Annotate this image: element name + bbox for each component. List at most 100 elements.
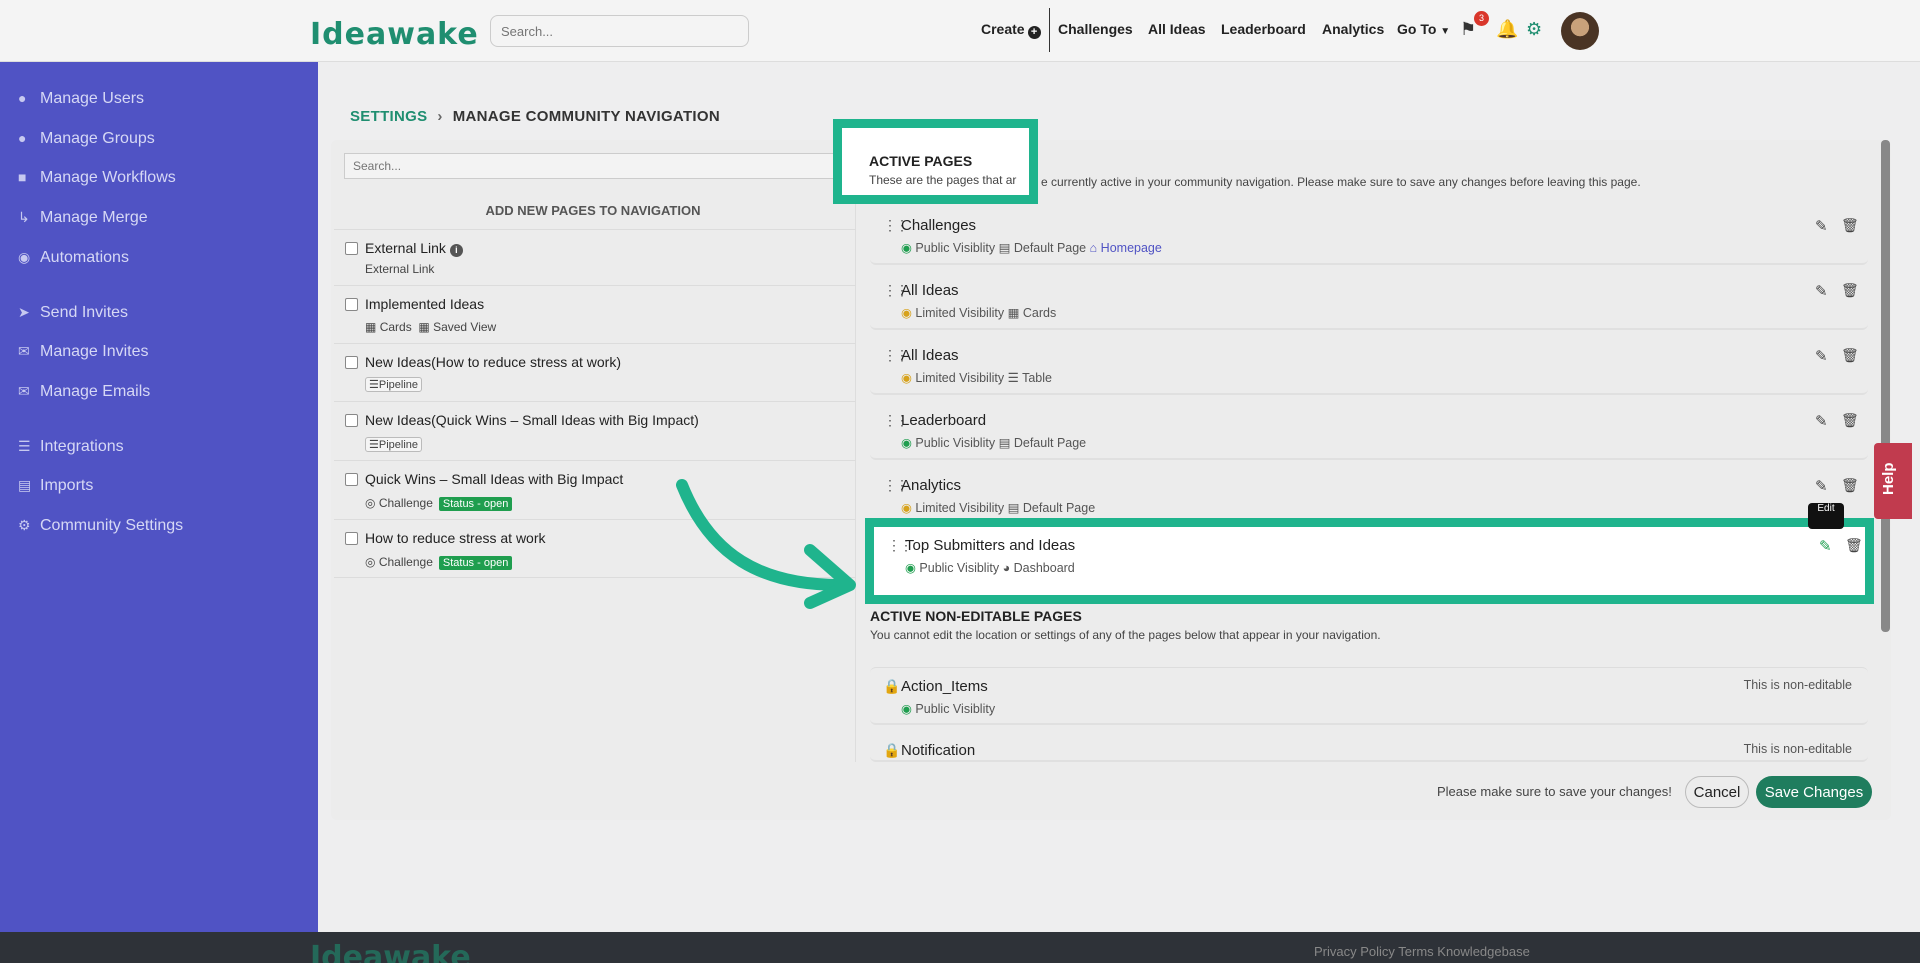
footer-links[interactable]: Privacy Policy Terms Knowledgebase	[1314, 944, 1530, 959]
item-subtitle: External Link	[365, 262, 435, 276]
edit-icon[interactable]: ✎	[1815, 412, 1828, 430]
nav-divider	[1049, 8, 1050, 52]
list-item: New Ideas(How to reduce stress at work) …	[334, 343, 856, 401]
page-checkbox[interactable]	[345, 532, 358, 545]
sidebar-item-community-settings[interactable]: ⚙ Community Settings	[18, 517, 183, 535]
item-view-type: Cards	[379, 320, 412, 334]
footer-logo: Ideawake	[310, 940, 471, 963]
non-editable-title: ACTIVE NON-EDITABLE PAGES	[870, 608, 1082, 624]
robot-icon: ◉	[18, 249, 31, 265]
list-icon: ☰	[369, 439, 379, 451]
nav-challenges[interactable]: Challenges	[1058, 21, 1133, 37]
edit-icon[interactable]: ✎	[1815, 347, 1828, 365]
sidebar-item-manage-groups[interactable]: ● Manage Groups	[18, 130, 155, 148]
item-name: Quick Wins – Small Ideas with Big Impact	[365, 471, 624, 487]
item-name: New Ideas(How to reduce stress at work)	[365, 354, 621, 370]
sidebar-item-manage-merge[interactable]: ↳ Manage Merge	[18, 209, 148, 227]
trash-icon[interactable]: 🗑	[1841, 217, 1859, 234]
trash-icon[interactable]: 🗑	[1841, 412, 1859, 429]
merge-icon: ↳	[18, 209, 30, 225]
trash-icon[interactable]: 🗑	[1845, 537, 1863, 554]
nav-analytics[interactable]: Analytics	[1322, 21, 1384, 37]
trash-icon[interactable]: 🗑	[1841, 477, 1859, 494]
active-page-row[interactable]: ⋮⋮ All Ideas ◉ Limited Visibility ▦ Card…	[870, 272, 1868, 330]
nav-goto[interactable]: Go To ▼	[1397, 21, 1450, 37]
item-type: Challenge	[378, 496, 433, 510]
cards-icon: ▦	[1007, 306, 1020, 320]
global-search-input[interactable]	[490, 15, 749, 47]
nav-leaderboard[interactable]: Leaderboard	[1221, 21, 1306, 37]
saved-view-icon: ▦	[418, 320, 430, 334]
list-item: Implemented Ideas ▦ Cards ▦ Saved View	[334, 285, 856, 343]
sidebar-item-automations[interactable]: ◉ Automations	[18, 249, 129, 267]
status-badge: Status - open	[438, 556, 513, 570]
sidebar-item-manage-invites[interactable]: ✉ Manage Invites	[18, 343, 149, 361]
item-meta: ◎ Challenge Status - open	[365, 496, 513, 511]
sidebar-item-integrations[interactable]: ☰ Integrations	[18, 438, 124, 456]
page-meta: ◉ Public Visiblity ▤ Default Page	[901, 435, 1086, 450]
active-page-row[interactable]: ⋮⋮ Analytics ◉ Limited Visibility ▤ Defa…	[870, 467, 1868, 525]
chevron-down-icon: ▼	[1440, 26, 1451, 37]
ideawake-logo[interactable]: Ideawake	[310, 17, 479, 52]
sidebar-item-send-invites[interactable]: ➤ Send Invites	[18, 304, 128, 322]
page-checkbox[interactable]	[345, 356, 358, 369]
panel-scrollbar[interactable]	[1881, 140, 1890, 632]
page-meta: ◉ Limited Visibility ▤ Default Page	[901, 500, 1095, 515]
page-name: All Ideas	[901, 347, 959, 364]
flag-icon[interactable]: ⚑	[1460, 19, 1476, 40]
save-reminder: Please make sure to save your changes!	[1437, 784, 1672, 799]
active-page-row[interactable]: ⋮⋮ All Ideas ◉ Limited Visibility ☰ Tabl…	[870, 337, 1868, 395]
active-page-row[interactable]: ⋮⋮ Challenges ◉ Public Visiblity ▤ Defau…	[870, 207, 1868, 265]
page-name: Challenges	[901, 217, 977, 234]
cancel-button[interactable]: Cancel	[1685, 776, 1749, 808]
create-menu[interactable]: Create +	[981, 21, 1041, 39]
gear-icon[interactable]: ⚙	[1526, 19, 1542, 40]
page-checkbox[interactable]	[345, 298, 358, 311]
gears-icon: ⚙	[18, 517, 31, 533]
sidebar-item-label: Community Settings	[40, 517, 184, 534]
challenge-icon: ◎	[365, 555, 376, 569]
arrow-head	[804, 544, 856, 609]
save-changes-button[interactable]: Save Changes	[1756, 776, 1872, 808]
sidebar-item-manage-users[interactable]: ● Manage Users	[18, 90, 144, 108]
nav-all-ideas[interactable]: All Ideas	[1148, 21, 1206, 37]
item-meta: ☰Pipeline	[365, 377, 423, 392]
breadcrumb-settings[interactable]: SETTINGS	[350, 108, 427, 125]
sidebar-item-label: Manage Emails	[40, 383, 151, 400]
sidebar-item-manage-workflows[interactable]: ■ Manage Workflows	[18, 169, 176, 187]
info-icon[interactable]: i	[449, 244, 463, 257]
edit-icon[interactable]: ✎	[1819, 537, 1832, 555]
page-type: Default Page	[1013, 436, 1087, 450]
create-label: Create	[981, 21, 1025, 37]
user-avatar[interactable]	[1561, 12, 1599, 50]
edit-icon[interactable]: ✎	[1815, 282, 1828, 300]
cards-icon: ▦	[365, 320, 377, 334]
active-page-row[interactable]: ⋮⋮ Top Submitters and Ideas ◉ Public Vis…	[874, 527, 1865, 595]
tutorial-arrow	[676, 479, 856, 609]
page-checkbox[interactable]	[345, 473, 358, 486]
top-navigation-bar: Ideawake Create+ Challenges All Ideas Le…	[0, 0, 1920, 62]
pipeline-tag: ☰Pipeline	[365, 437, 423, 452]
page-type: Dashboard	[1013, 561, 1075, 575]
sidebar-item-label: Imports	[40, 477, 94, 494]
sidebar-item-manage-emails[interactable]: ✉ Manage Emails	[18, 383, 150, 401]
page-checkbox[interactable]	[345, 242, 358, 255]
footer: Ideawake Privacy Policy Terms Knowledgeb…	[0, 932, 1920, 963]
trash-icon[interactable]: 🗑	[1841, 347, 1859, 364]
page-checkbox[interactable]	[345, 414, 358, 427]
active-pages-description-start: These are the pages that ar	[869, 173, 1017, 187]
trash-icon[interactable]: 🗑	[1841, 282, 1859, 299]
active-pages-description: e currently active in your community nav…	[1041, 175, 1641, 189]
eye-icon: ◉	[905, 561, 916, 575]
page-name: Action_Items	[901, 678, 988, 695]
edit-icon[interactable]: ✎	[1815, 217, 1828, 235]
admin-sidebar: ● Manage Users ● Manage Groups ■ Manage Wor…	[0, 62, 318, 932]
pages-search-input[interactable]	[344, 153, 844, 179]
item-name: New Ideas(Quick Wins – Small Ideas with …	[365, 412, 699, 428]
help-tab[interactable]: Help	[1874, 443, 1912, 519]
active-page-row[interactable]: ⋮⋮ Leaderboard ◉ Public Visiblity ▤ Defa…	[870, 402, 1868, 460]
edit-icon[interactable]: ✎	[1815, 477, 1828, 495]
bell-icon[interactable]: 🔔	[1496, 19, 1518, 40]
sidebar-item-imports[interactable]: ▤ Imports	[18, 477, 93, 495]
visibility-label: Public Visiblity	[915, 702, 996, 716]
